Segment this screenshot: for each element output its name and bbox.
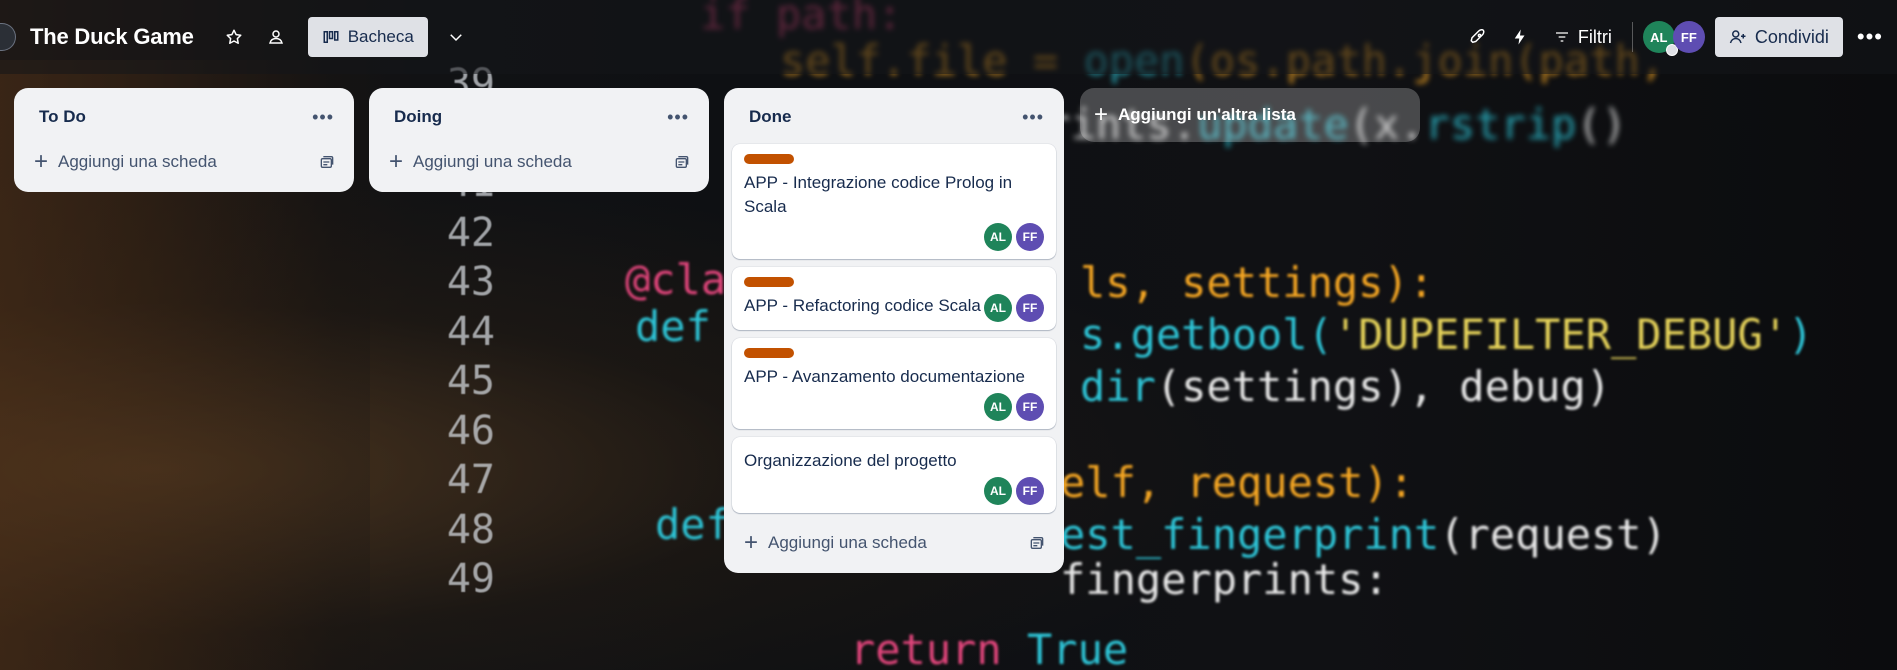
board-title[interactable]: The Duck Game (30, 24, 194, 50)
member-avatar-al[interactable]: AL (984, 477, 1012, 505)
list-doing: Doing ••• + Aggiungi una scheda (369, 88, 709, 192)
avatar-initials: FF (1022, 301, 1038, 315)
card[interactable]: APP - Integrazione codice Prolog in Scal… (732, 144, 1056, 259)
rocket-icon (1470, 29, 1485, 44)
member-avatar-ff[interactable]: FF (1016, 294, 1044, 322)
add-card-label: Aggiungi una scheda (413, 152, 572, 171)
power-ups-button[interactable] (1460, 19, 1496, 55)
add-list-label: Aggiungi un'altra lista (1118, 105, 1296, 124)
card-title: APP - Avanzamento documentazione (744, 367, 1025, 386)
list-done: Done ••• APP - Integrazione codice Prolo… (724, 88, 1064, 573)
board-icon (323, 31, 339, 43)
member-avatar-al[interactable]: AL (984, 393, 1012, 421)
member-avatar-al[interactable]: AL (984, 223, 1012, 251)
add-card-label: Aggiungi una scheda (58, 152, 217, 171)
card[interactable]: APP - Refactoring codice Scala AL FF (732, 267, 1056, 330)
plus-icon: + (389, 148, 404, 175)
member-avatar-al[interactable]: AL (984, 294, 1012, 322)
background-code: elf, request): (1060, 458, 1415, 507)
card-label[interactable] (744, 277, 794, 287)
chevron-down-icon (450, 34, 462, 42)
avatar-initials: FF (1022, 484, 1038, 498)
avatar-initials: AL (990, 400, 1006, 414)
more-icon: ••• (1856, 24, 1883, 49)
share-button[interactable]: Condividi (1714, 17, 1843, 57)
list-actions-button[interactable]: ••• (1022, 107, 1044, 128)
background-code: def (635, 302, 711, 351)
workspace-visibility-icon (268, 30, 283, 44)
card[interactable]: Organizzazione del progetto AL FF (732, 437, 1056, 513)
automation-button[interactable] (1502, 19, 1538, 55)
list-title[interactable]: Done (749, 107, 792, 127)
list-header: Done ••• (732, 98, 1056, 136)
views-dropdown-button[interactable] (438, 19, 474, 55)
add-card-button[interactable]: + Aggiungi una scheda (732, 523, 1056, 563)
card[interactable]: APP - Avanzamento documentazione AL FF (732, 338, 1056, 429)
list-actions-button[interactable]: ••• (312, 107, 334, 128)
background-code: return True (850, 625, 1129, 670)
filter-button[interactable]: Filtri (1554, 27, 1612, 48)
background-code: @cla (625, 255, 727, 304)
add-card-label: Aggiungi una scheda (768, 533, 927, 552)
board-header: The Duck Game Bacheca Filtri AL FF Condi… (0, 0, 1897, 74)
member-avatar-al[interactable]: AL (1642, 21, 1678, 56)
member-avatar-ff[interactable]: FF (1016, 393, 1044, 421)
background-code: est_fingerprint(request) (1060, 510, 1667, 559)
background-code: fingerprints: (1060, 555, 1389, 604)
add-list-button[interactable]: + Aggiungi un'altra lista (1080, 88, 1420, 142)
background-code: s.getbool('DUPEFILTER_DEBUG') (1080, 310, 1814, 359)
background-code: def (655, 500, 731, 549)
list-actions-button[interactable]: ••• (667, 107, 689, 128)
member-avatar-ff[interactable]: FF (1016, 223, 1044, 251)
filter-icon (1555, 32, 1568, 42)
card-title: Organizzazione del progetto (744, 451, 957, 470)
list-title[interactable]: To Do (39, 107, 86, 127)
list-header: To Do ••• (22, 98, 346, 136)
visibility-button[interactable] (258, 19, 294, 55)
sidebar-toggle[interactable] (0, 23, 16, 51)
background-code: ls, settings): (1080, 258, 1435, 307)
card-label[interactable] (744, 348, 794, 358)
board-menu-button[interactable]: ••• (1857, 24, 1883, 50)
member-avatar-ff[interactable]: FF (1016, 477, 1044, 505)
divider (1631, 22, 1633, 52)
star-icon (226, 29, 242, 44)
avatar-initials: FF (1022, 400, 1038, 414)
card-members: AL FF (744, 393, 1044, 421)
list-title[interactable]: Doing (394, 107, 442, 127)
board-view-label: Bacheca (347, 27, 414, 46)
add-card-button[interactable]: + Aggiungi una scheda (377, 142, 701, 182)
avatar-initials: AL (990, 301, 1006, 315)
plus-icon: + (34, 148, 49, 175)
plus-icon: + (1094, 101, 1109, 128)
avatar-initials: AL (990, 484, 1006, 498)
list-header: Doing ••• (377, 98, 701, 136)
card-members: AL FF (744, 223, 1044, 251)
card-members: AL FF (744, 477, 1044, 505)
add-person-icon (1729, 30, 1746, 44)
lightning-icon (1514, 29, 1525, 45)
avatar-initials: AL (990, 230, 1006, 244)
card-template-icon[interactable] (1028, 535, 1044, 551)
list-to-do: To Do ••• + Aggiungi una scheda (14, 88, 354, 192)
card-label[interactable] (744, 154, 794, 164)
share-label: Condividi (1754, 26, 1829, 47)
star-button[interactable] (216, 19, 252, 55)
background-code: dir(settings), debug) (1080, 362, 1612, 411)
card-title: APP - Integrazione codice Prolog in Scal… (744, 173, 1013, 216)
avatar-initials: FF (1680, 29, 1697, 45)
avatar-initials: AL (1650, 29, 1668, 45)
board-view-button[interactable]: Bacheca (307, 17, 428, 57)
member-avatar-ff[interactable]: FF (1672, 21, 1705, 53)
card-template-icon[interactable] (318, 154, 334, 170)
plus-icon: + (744, 529, 759, 556)
card-template-icon[interactable] (673, 154, 689, 170)
add-card-button[interactable]: + Aggiungi una scheda (22, 142, 346, 182)
avatar-initials: FF (1022, 230, 1038, 244)
filter-label: Filtri (1577, 26, 1612, 47)
